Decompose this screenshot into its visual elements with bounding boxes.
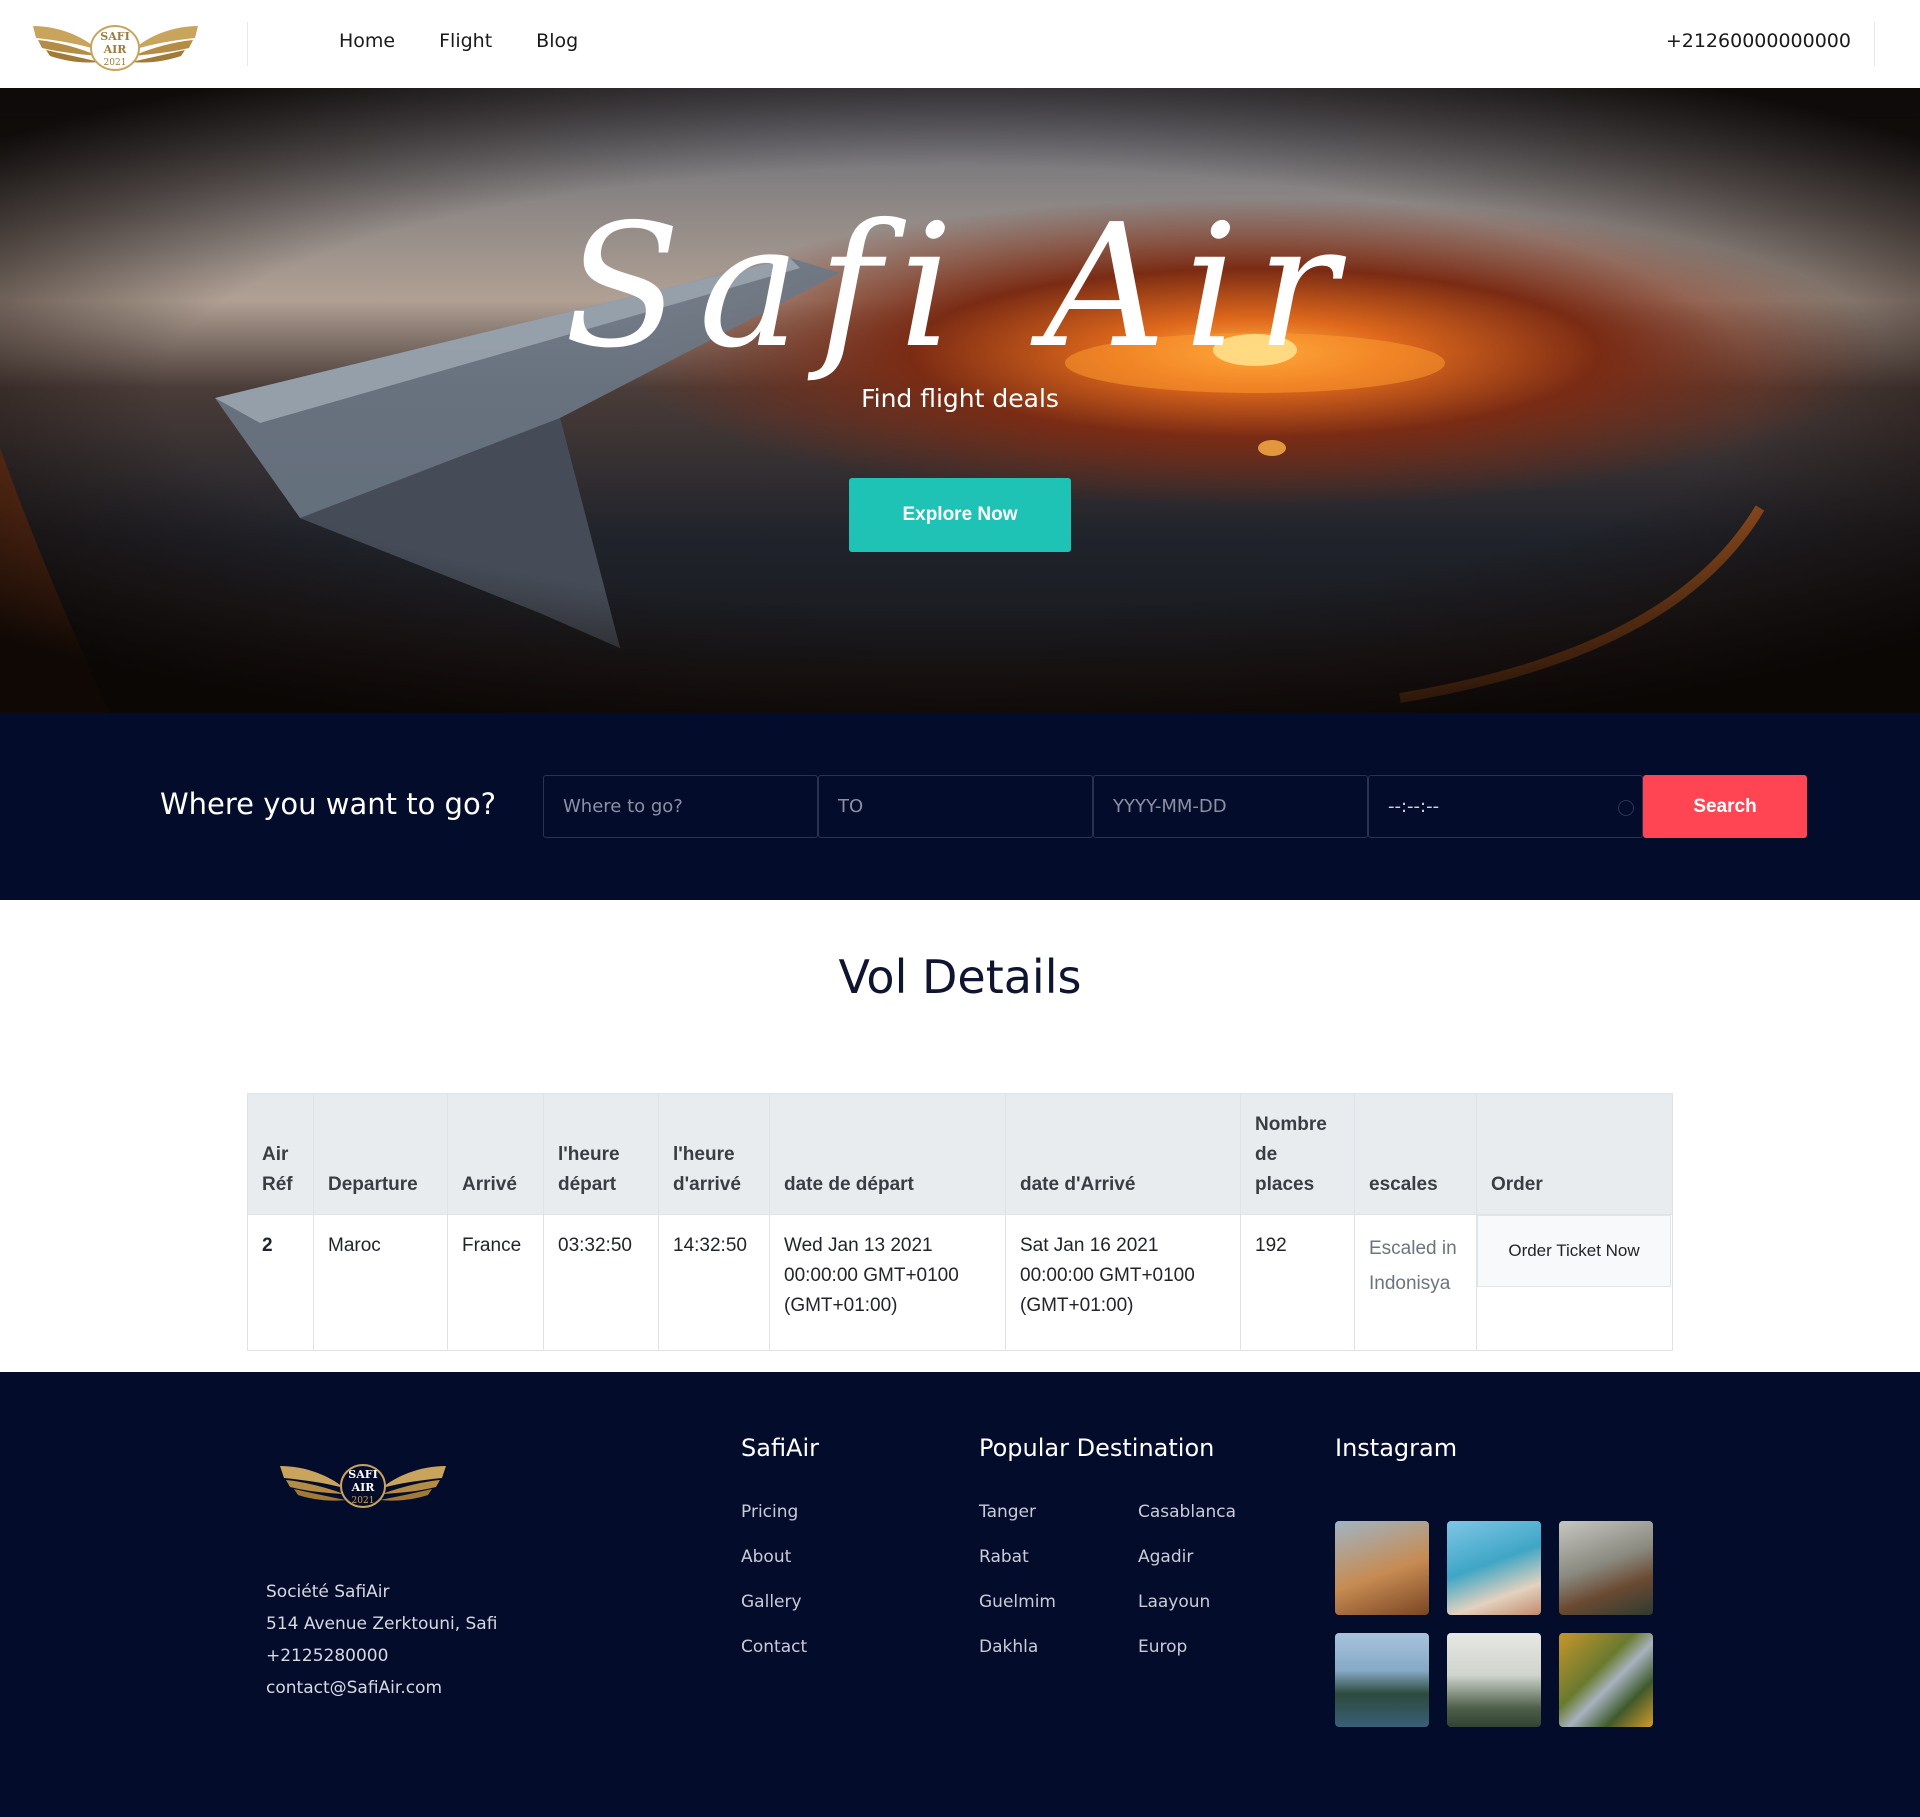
vol-details-table: Air Réf Departure Arrivé l'heure départ …: [247, 1093, 1673, 1351]
site-header: SAFI AIR 2021 Home Flight Blog +21260000…: [0, 0, 1920, 88]
col-date-depart: date de départ: [769, 1093, 1006, 1215]
company-address: Société SafiAir 514 Avenue Zerktouni, Sa…: [266, 1576, 497, 1704]
cell-heure-arrive: 14:32:50: [658, 1214, 770, 1351]
cell-date-arrive: Sat Jan 16 2021 00:00:00 GMT+0100 (GMT+0…: [1005, 1214, 1241, 1351]
destination-link[interactable]: Rabat: [979, 1547, 1056, 1571]
col-arrive: Arrivé: [447, 1093, 544, 1215]
cell-arrival: France: [447, 1214, 544, 1351]
instagram-photo-hiker[interactable]: [1559, 1521, 1653, 1615]
destination-link[interactable]: Casablanca: [1138, 1502, 1236, 1526]
footer-destinations-title: Popular Destination: [979, 1434, 1215, 1462]
cell-places: 192: [1240, 1214, 1355, 1351]
date-input[interactable]: [1113, 796, 1367, 817]
order-ticket-button[interactable]: Order Ticket Now: [1477, 1215, 1671, 1287]
destination-link[interactable]: Europ: [1138, 1637, 1236, 1661]
site-footer: SAFI AIR 2021 Société SafiAir 514 Avenue…: [0, 1372, 1920, 1817]
hero-banner: Safi Air Find flight deals Explore Now: [0, 88, 1920, 713]
header-phone[interactable]: +21260000000000: [1666, 30, 1851, 52]
instagram-photo-forest[interactable]: [1447, 1633, 1541, 1727]
col-air-ref: Air Réf: [247, 1093, 314, 1215]
destination-link[interactable]: Agadir: [1138, 1547, 1236, 1571]
svg-text:SAFI: SAFI: [348, 1468, 377, 1481]
footer-logo[interactable]: SAFI AIR 2021: [278, 1456, 448, 1514]
wings-logo-icon: SAFI AIR 2021: [280, 1464, 446, 1508]
footer-link-gallery[interactable]: Gallery: [741, 1592, 807, 1616]
destination-link[interactable]: Dakhla: [979, 1637, 1056, 1661]
svg-text:2021: 2021: [104, 58, 127, 68]
instagram-photo-coast[interactable]: [1447, 1521, 1541, 1615]
destination-link[interactable]: Tanger: [979, 1502, 1056, 1526]
from-input[interactable]: [563, 796, 817, 817]
cell-heure-depart: 03:32:50: [543, 1214, 659, 1351]
nav-blog-link[interactable]: Blog: [536, 30, 578, 52]
svg-text:2021: 2021: [352, 1496, 375, 1506]
col-nombre-places: Nombre de places: [1240, 1093, 1355, 1215]
col-escales: escales: [1354, 1093, 1477, 1215]
nav-home-link[interactable]: Home: [339, 30, 395, 52]
cell-date-depart: Wed Jan 13 2021 00:00:00 GMT+0100 (GMT+0…: [769, 1214, 1006, 1351]
address-phone[interactable]: +2125280000: [266, 1640, 497, 1672]
col-heure-arrive: l'heure d'arrivé: [658, 1093, 770, 1215]
search-band: Where you want to go? Search: [0, 713, 1920, 900]
main-nav: Home Flight Blog: [339, 30, 578, 52]
instagram-photo-road[interactable]: [1559, 1633, 1653, 1727]
svg-text:SAFI: SAFI: [100, 30, 129, 43]
svg-text:AIR: AIR: [351, 1481, 376, 1494]
hero-title: Safi Air: [564, 188, 1356, 386]
nav-flight-link[interactable]: Flight: [439, 30, 492, 52]
time-field[interactable]: [1368, 775, 1643, 838]
instagram-photo-temple[interactable]: [1335, 1633, 1429, 1727]
vol-details-title: Vol Details: [838, 950, 1082, 1004]
vol-table-wrapper: Air Réf Departure Arrivé l'heure départ …: [247, 1093, 1673, 1351]
table-row: 2 Maroc France 03:32:50 14:32:50 Wed Jan…: [247, 1214, 1673, 1351]
svg-text:AIR: AIR: [103, 43, 128, 56]
brand-logo[interactable]: SAFI AIR 2021: [28, 18, 203, 76]
instagram-gallery: [1335, 1521, 1653, 1727]
col-heure-depart: l'heure départ: [543, 1093, 659, 1215]
destination-link[interactable]: Guelmim: [979, 1592, 1056, 1616]
header-divider-left: [247, 22, 248, 66]
footer-destinations-col2: Casablanca Agadir Laayoun Europ: [1138, 1502, 1236, 1661]
search-title: Where you want to go?: [160, 787, 497, 821]
destination-to-field[interactable]: [818, 775, 1093, 838]
time-input[interactable]: [1388, 796, 1642, 817]
table-header-row: Air Réf Departure Arrivé l'heure départ …: [247, 1093, 1673, 1215]
cell-ref: 2: [247, 1214, 314, 1351]
wings-logo-icon: SAFI AIR 2021: [33, 25, 198, 71]
address-street: 514 Avenue Zerktouni, Safi: [266, 1614, 498, 1634]
explore-now-button[interactable]: Explore Now: [849, 478, 1071, 552]
clock-icon: [1618, 800, 1634, 816]
col-departure: Departure: [313, 1093, 448, 1215]
footer-destinations-col1: Tanger Rabat Guelmim Dakhla: [979, 1502, 1056, 1661]
footer-link-contact[interactable]: Contact: [741, 1637, 807, 1661]
col-order: Order: [1476, 1093, 1673, 1215]
cell-order: Order Ticket Now: [1476, 1214, 1673, 1351]
destination-from-field[interactable]: [543, 775, 818, 838]
to-input[interactable]: [838, 796, 1092, 817]
footer-safiair-title: SafiAir: [741, 1434, 820, 1462]
cell-departure: Maroc: [313, 1214, 448, 1351]
cell-escales: Escaled in Indonisya: [1354, 1214, 1477, 1351]
header-divider-right: [1874, 22, 1875, 66]
date-field[interactable]: [1093, 775, 1368, 838]
search-button[interactable]: Search: [1643, 775, 1807, 838]
instagram-photo-mountain[interactable]: [1335, 1521, 1429, 1615]
destination-link[interactable]: Laayoun: [1138, 1592, 1236, 1616]
footer-link-about[interactable]: About: [741, 1547, 807, 1571]
col-date-arrive: date d'Arrivé: [1005, 1093, 1241, 1215]
footer-safiair-links: Pricing About Gallery Contact: [741, 1502, 807, 1661]
address-email[interactable]: contact@SafiAir.com: [266, 1672, 497, 1704]
hero-subtitle: Find flight deals: [861, 384, 1059, 413]
footer-instagram-title: Instagram: [1335, 1434, 1458, 1462]
footer-link-pricing[interactable]: Pricing: [741, 1502, 807, 1526]
address-name: Société SafiAir: [266, 1582, 390, 1602]
